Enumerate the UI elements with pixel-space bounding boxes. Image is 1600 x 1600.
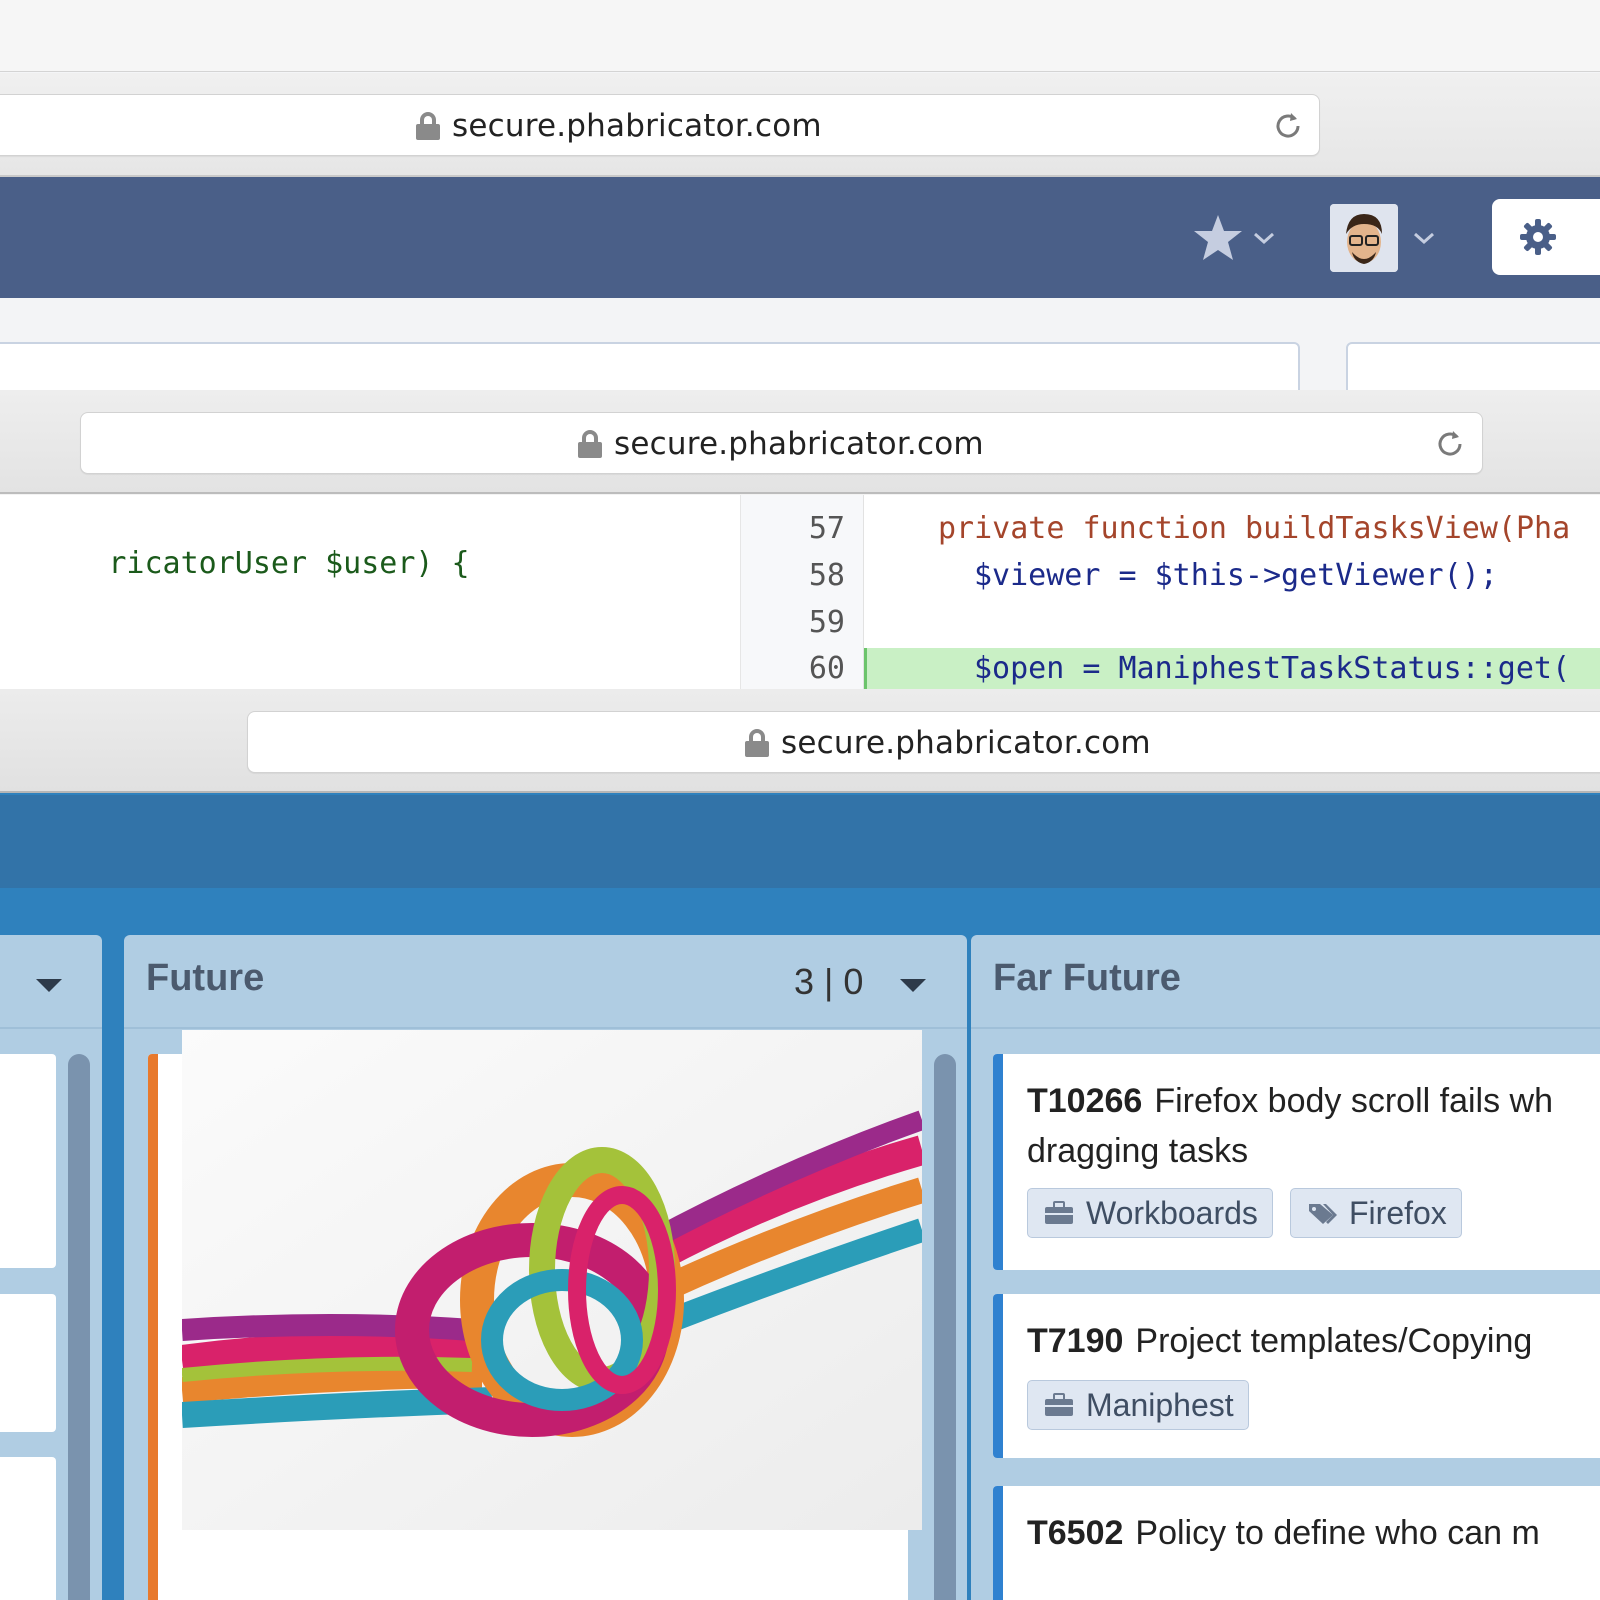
board-header [0,795,1600,888]
user-menu[interactable] [1330,203,1442,273]
avatar [1330,204,1398,272]
project-tag[interactable]: Firefox [1290,1188,1462,1238]
column-header: Far Future [971,935,1600,1029]
browser-window-1: secure.phabricator.com [0,0,1600,396]
url-text: secure.phabricator.com [614,426,984,462]
task-title: T7190 Project templates/Copying [1027,1322,1533,1360]
project-tag[interactable]: Maniphest [1027,1380,1249,1430]
address-bar[interactable]: secure.phabricator.com [0,94,1320,156]
task-card[interactable] [0,1457,56,1600]
board-column-far-future: Far Future T10266 Firefox body scroll fai… [971,935,1600,1600]
task-card[interactable] [0,1054,56,1268]
task-title: T10266 Firefox body scroll fails wh [1027,1082,1554,1120]
browser-window-2: secure.phabricator.com ricatorUser $user… [0,390,1600,690]
tags-icon [1309,1204,1337,1224]
chevron-down-icon [1254,232,1274,245]
task-title-continued: dragging tasks [1027,1132,1249,1170]
favorites-menu[interactable] [1192,210,1288,266]
briefcase-icon [1045,1201,1073,1224]
line-number: 60 [808,651,845,686]
task-id: T10266 [1027,1082,1143,1120]
task-card[interactable]: T10266 Firefox body scroll fails wh dragg… [993,1054,1600,1270]
column-scrollbar[interactable] [934,1054,956,1600]
code-line: $viewer = $this->getViewer(); [974,558,1498,593]
gear-icon [1520,219,1556,255]
task-id: T6502 [1027,1514,1124,1552]
chevron-down-icon [1414,232,1434,245]
priority-bar [993,1294,1003,1458]
task-title: T6502 Policy to define who can m [1027,1514,1540,1552]
star-icon [1194,215,1242,260]
lock-icon [745,729,769,757]
priority-bar [993,1486,1003,1600]
line-number: 58 [808,558,845,593]
line-number: 59 [808,605,845,640]
priority-bar [993,1054,1003,1270]
settings-button[interactable] [1492,199,1600,275]
secondary-input[interactable] [1346,342,1600,396]
workboard: Future 3 | 0 Far Future T10266 Firefox b… [0,888,1600,1600]
project-tag[interactable]: Workboards [1027,1188,1273,1238]
address-bar[interactable]: secure.phabricator.com [80,412,1483,474]
reload-icon[interactable] [1433,427,1467,461]
task-id: T7190 [1027,1322,1124,1360]
code-fragment-left: ricatorUser $user) { [108,546,470,581]
url-text: secure.phabricator.com [781,725,1151,761]
card-cover-image [182,1030,922,1530]
task-card[interactable] [0,1294,56,1432]
column-header: Future 3 | 0 [124,935,967,1029]
column-scrollbar[interactable] [68,1054,90,1600]
window-titlebar [0,0,1600,72]
diff-view: ricatorUser $user) { 57 58 59 60 private… [0,495,1600,690]
column-title: Far Future [993,957,1181,999]
line-number: 57 [808,511,845,546]
task-card[interactable]: T7190 Project templates/Copying Maniphest [993,1294,1600,1458]
briefcase-icon [1045,1393,1073,1416]
lock-icon [578,430,602,458]
column-count: 3 | 0 [794,961,864,1002]
lock-icon [416,112,440,140]
column-menu-caret[interactable] [900,979,926,992]
browser-window-3: secure.phabricator.com Future 3 | 0 Far … [0,689,1600,1600]
address-bar[interactable]: secure.phabricator.com [247,711,1600,773]
column-header [0,935,102,1029]
column-title: Future [146,957,265,999]
column-menu-caret[interactable] [36,979,62,992]
code-line: $open = ManiphestTaskStatus::get( [974,651,1571,686]
line-number-gutter: 57 58 59 60 [740,495,864,690]
search-input[interactable] [0,342,1300,396]
board-column [0,935,102,1600]
priority-bar [148,1054,158,1600]
url-text: secure.phabricator.com [452,108,822,144]
code-line: private function buildTasksView(Pha [938,511,1571,546]
task-card[interactable]: T6502 Policy to define who can m [993,1486,1600,1600]
reload-icon[interactable] [1271,109,1305,143]
